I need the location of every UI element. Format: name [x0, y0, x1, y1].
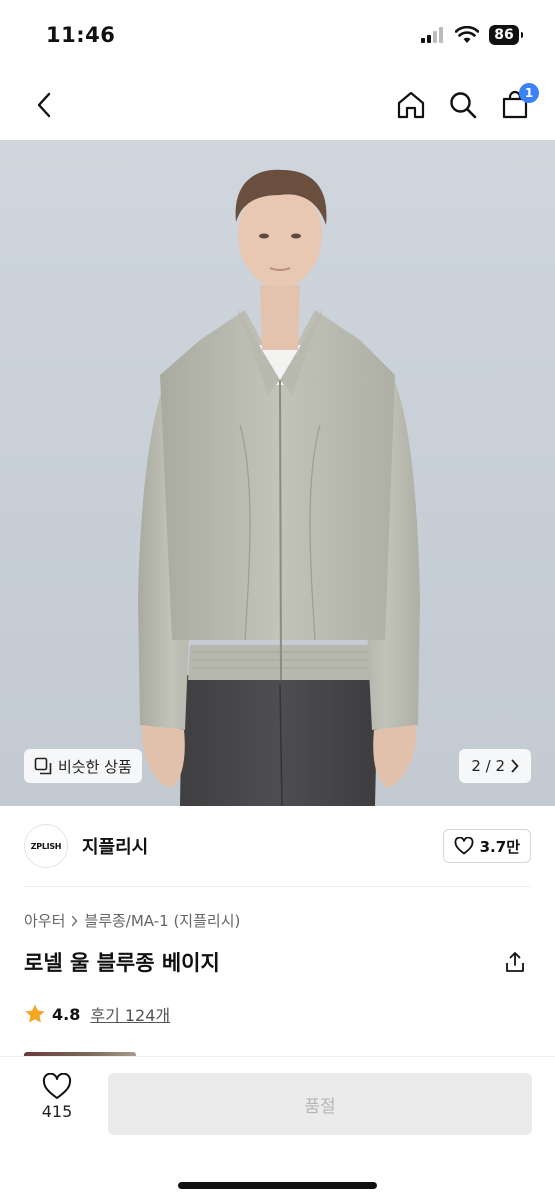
home-icon [397, 91, 425, 119]
breadcrumb-item-outer[interactable]: 아우터 [24, 910, 65, 931]
signal-icon [421, 27, 443, 43]
back-button[interactable] [28, 89, 60, 121]
wishlist-count: 415 [41, 1102, 73, 1121]
chevron-right-icon [511, 759, 519, 773]
wifi-icon [455, 26, 479, 43]
similar-products-label: 비슷한 상품 [58, 757, 132, 776]
star-icon [25, 1004, 45, 1023]
status-time: 11:46 [46, 23, 116, 47]
battery-indicator: 86 [489, 25, 523, 45]
brand-link[interactable]: ZPLISH 지플리시 [24, 824, 148, 868]
sold-out-button[interactable]: 품절 [108, 1073, 532, 1135]
brand-row: ZPLISH 지플리시 3.7만 [0, 806, 555, 886]
chevron-right-icon [72, 915, 78, 926]
review-count-link[interactable]: 후기 124개 [90, 1002, 170, 1026]
wishlist-button[interactable]: 415 [24, 1073, 90, 1121]
home-button[interactable] [395, 89, 427, 121]
search-button[interactable] [447, 89, 479, 121]
cart-count-badge: 1 [519, 83, 539, 103]
bottom-action-bar: 415 품절 [0, 1056, 555, 1200]
similar-icon [34, 757, 52, 775]
home-indicator [178, 1182, 377, 1189]
brand-name: 지플리시 [82, 837, 149, 858]
status-bar: 11:46 86 [0, 0, 555, 70]
share-button[interactable] [499, 946, 531, 978]
breadcrumb-item-category[interactable]: 블루종/MA-1 (지플리시) [84, 910, 240, 931]
page-indicator-text: 2 / 2 [471, 757, 505, 775]
cart-button[interactable]: 1 [499, 83, 539, 121]
brand-like-button[interactable]: 3.7만 [442, 829, 531, 863]
back-icon [37, 92, 51, 118]
product-title: 로넬 울 블루종 베이지 [24, 951, 220, 975]
search-icon [450, 92, 477, 119]
product-photo [138, 169, 420, 806]
divider [24, 886, 531, 887]
similar-products-button[interactable]: 비슷한 상품 [24, 749, 142, 783]
rating-row: 4.8 후기 124개 [24, 1002, 170, 1026]
product-image-carousel[interactable]: 비슷한 상품 2 / 2 [0, 140, 555, 806]
brand-like-count: 3.7만 [479, 837, 520, 856]
heart-icon [454, 837, 474, 855]
status-icons: 86 [421, 25, 523, 45]
heart-icon [42, 1073, 72, 1099]
rating-score: 4.8 [52, 1004, 81, 1024]
nav-actions: 1 [395, 83, 539, 121]
image-page-indicator[interactable]: 2 / 2 [459, 749, 531, 783]
breadcrumb: 아우터 블루종/MA-1 (지플리시) [24, 910, 240, 931]
share-icon [506, 952, 524, 972]
nav-bar: 1 [0, 70, 555, 140]
product-title-row: 로넬 울 블루종 베이지 [24, 946, 531, 978]
brand-logo: ZPLISH [24, 824, 68, 868]
brand-logo-text: ZPLISH [30, 841, 62, 851]
